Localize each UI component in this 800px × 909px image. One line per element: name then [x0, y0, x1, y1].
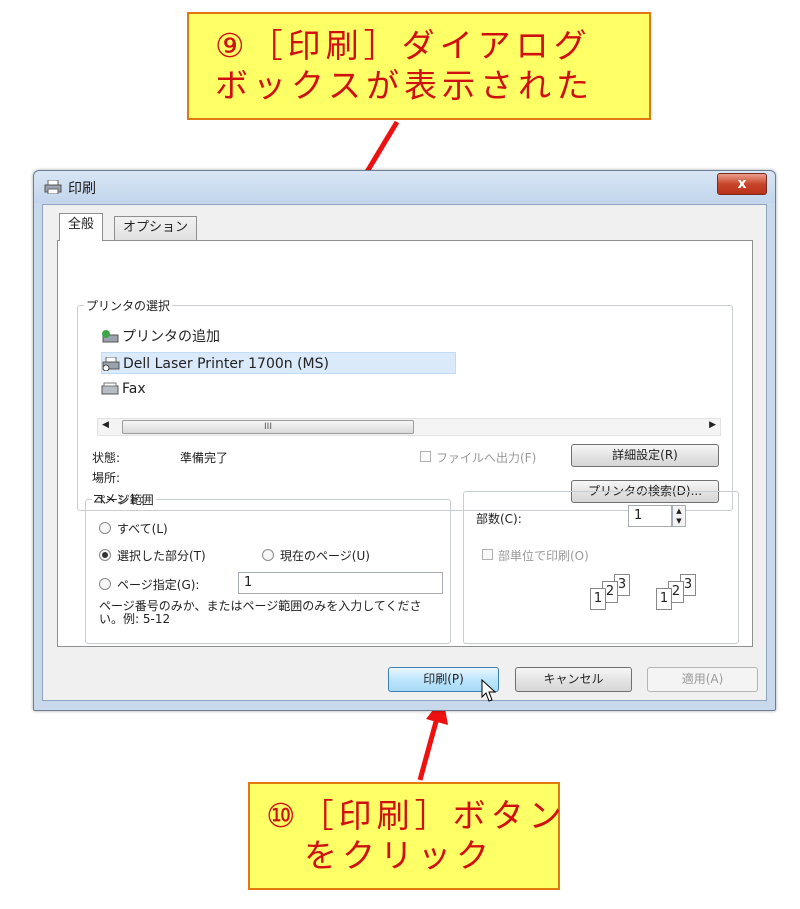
collate-page: 1	[590, 588, 606, 610]
copies-group: 部数(C): 1 ▲ ▼ 部単位で印刷(O) 3 2 1 3 2 1	[463, 491, 739, 644]
collate-page: 1	[656, 588, 672, 610]
apply-button[interactable]: 適用(A)	[647, 667, 758, 692]
annotation-callout-bottom: ⑩［印刷］ボタン をクリック	[248, 782, 567, 890]
copies-input[interactable]: 1	[628, 505, 672, 527]
collate-illustration: 3 2 1	[656, 574, 712, 614]
printer-icon	[102, 357, 120, 371]
copies-spinner[interactable]: ▲ ▼	[672, 505, 686, 527]
printer-name: プリンタの追加	[122, 329, 220, 345]
close-button[interactable]: x	[717, 173, 767, 195]
collate-label: 部単位で印刷(O)	[498, 549, 589, 563]
fax-icon	[101, 382, 119, 395]
mouse-cursor-icon	[481, 679, 497, 702]
printer-name: Fax	[122, 381, 146, 397]
status-label: 状態:	[92, 451, 121, 465]
callout-bottom-line-1: ⑩［印刷］ボタン	[266, 796, 567, 835]
current-page-label: 現在のページ(U)	[280, 549, 370, 563]
print-to-file-label: ファイルへ出力(F)	[436, 451, 537, 465]
dialog-body: 全般 オプション プリンタの選択 プリンタの追加 Dell Laser Prin…	[42, 204, 767, 702]
preferences-button[interactable]: 詳細設定(R)	[571, 444, 719, 467]
tab-options[interactable]: オプション	[114, 216, 198, 240]
scroll-right-arrow-icon[interactable]: ▶	[709, 420, 716, 430]
scroll-left-arrow-icon[interactable]: ◀	[102, 420, 109, 430]
collate-checkbox[interactable]	[482, 549, 493, 560]
printer-list-scrollbar[interactable]: ◀ III ▶	[97, 418, 721, 436]
add-printer-icon	[102, 330, 119, 343]
location-label: 場所:	[92, 471, 121, 485]
tab-general[interactable]: 全般	[59, 213, 104, 241]
arrow-to-print-button	[417, 717, 440, 781]
printer-group-legend: プリンタの選択	[86, 299, 171, 313]
print-to-file-checkbox[interactable]	[420, 451, 431, 462]
printer-icon	[44, 180, 62, 194]
scrollbar-thumb[interactable]: III	[122, 420, 414, 434]
radio-current-page[interactable]	[262, 549, 274, 561]
cancel-button[interactable]: キャンセル	[515, 667, 632, 692]
page-range-hint: ページ番号のみか、またはページ範囲のみを入力してください。例: 5-12	[99, 599, 422, 626]
print-dialog: 印刷 x 全般 オプション プリンタの選択 プリンタの追加 Dell Laser…	[33, 170, 776, 711]
printer-name: Dell Laser Printer 1700n (MS)	[123, 356, 329, 372]
radio-page-range[interactable]	[99, 578, 111, 590]
tab-panel-general: プリンタの選択 プリンタの追加 Dell Laser Printer 1700n…	[57, 240, 753, 647]
printer-list-item-add[interactable]: プリンタの追加	[101, 326, 301, 348]
page-range-label: ページ指定(G):	[117, 578, 200, 592]
status-value: 準備完了	[180, 451, 229, 465]
selection-label: 選択した部分(T)	[117, 549, 206, 563]
page-range-input[interactable]: 1	[238, 572, 443, 594]
printer-selection-group: プリンタの選択 プリンタの追加 Dell Laser Printer 1700n…	[77, 297, 733, 511]
collate-illustration: 3 2 1	[590, 574, 646, 614]
window-title: 印刷	[68, 181, 96, 197]
printer-list-item-dell[interactable]: Dell Laser Printer 1700n (MS)	[101, 352, 456, 374]
radio-selection[interactable]	[99, 549, 111, 561]
page-range-legend: ページ範囲	[94, 493, 154, 507]
printer-list-item-fax[interactable]: Fax	[101, 378, 301, 400]
callout-bottom-line-2: をクリック	[304, 836, 494, 875]
radio-all-pages[interactable]	[99, 522, 111, 534]
all-pages-label: すべて(L)	[117, 522, 168, 536]
page-range-group: ページ範囲 すべて(L) 選択した部分(T) 現在のページ(U) ページ指定(G…	[85, 491, 451, 644]
title-bar[interactable]: 印刷 x	[34, 171, 775, 203]
copies-label: 部数(C):	[476, 512, 522, 526]
